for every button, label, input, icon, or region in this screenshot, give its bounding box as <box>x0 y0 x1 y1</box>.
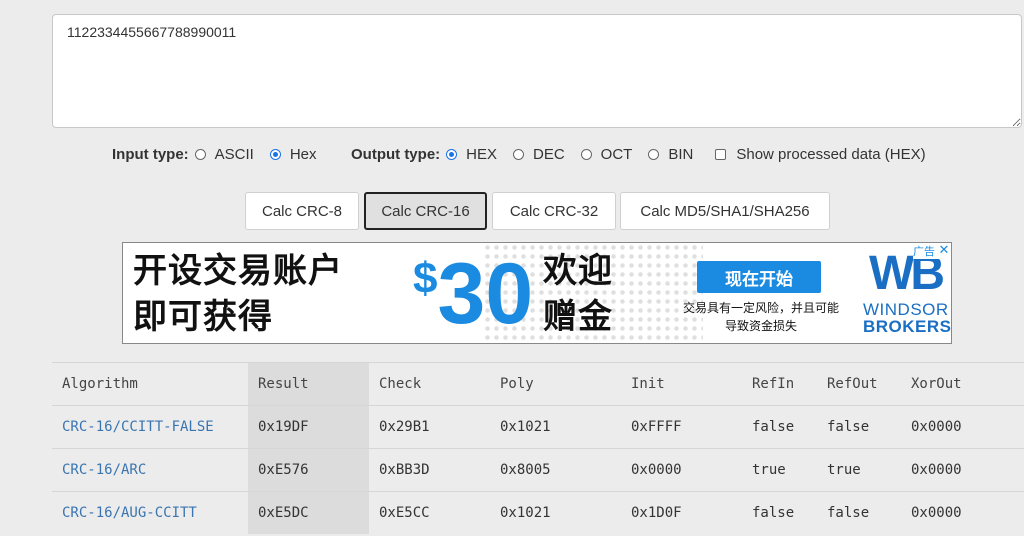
ad-headline-line2: 即可获得 <box>133 297 273 337</box>
ad-amount: $30 <box>413 249 533 339</box>
ad-amount-value: 30 <box>437 246 534 342</box>
input-type-hex-radio[interactable] <box>269 149 281 160</box>
table-header-row: Algorithm Result Check Poly Init RefIn R… <box>52 362 1024 406</box>
logo-name-line1: WINDSOR <box>863 300 949 319</box>
ad-tag-label[interactable]: 广告 <box>913 243 935 259</box>
input-type-ascii-radio[interactable] <box>194 149 206 160</box>
header-init: Init <box>621 362 742 406</box>
output-type-hex-radio[interactable] <box>446 149 458 160</box>
output-type-oct-radio[interactable] <box>580 149 592 160</box>
header-refout: RefOut <box>817 362 901 406</box>
input-type-label: Input type: <box>112 146 189 163</box>
output-type-dec-label[interactable]: DEC <box>533 146 565 163</box>
result-cell: 0xE576 <box>248 448 369 492</box>
calc-crc8-button[interactable]: Calc CRC-8 <box>245 192 359 230</box>
check-cell: 0xE5CC <box>369 491 490 534</box>
poly-cell: 0x8005 <box>490 448 621 492</box>
refout-cell: true <box>817 448 901 492</box>
calc-hash-button[interactable]: Calc MD5/SHA1/SHA256 <box>620 192 830 230</box>
logo-name-line2: BROKERS <box>863 317 952 336</box>
calc-crc32-button[interactable]: Calc CRC-32 <box>492 192 616 230</box>
check-cell: 0x29B1 <box>369 405 490 449</box>
header-check: Check <box>369 362 490 406</box>
header-algorithm: Algorithm <box>52 362 248 406</box>
xorout-cell: 0x0000 <box>901 491 1024 534</box>
table-row: CRC-16/CCITT-FALSE 0x19DF 0x29B1 0x1021 … <box>52 405 1024 449</box>
ad-bonus-line1: 欢迎 <box>543 251 613 291</box>
refout-cell: false <box>817 405 901 449</box>
show-processed-label[interactable]: Show processed data (HEX) <box>736 146 925 163</box>
result-cell: 0xE5DC <box>248 491 369 534</box>
output-type-oct-label[interactable]: OCT <box>601 146 633 163</box>
algorithm-link[interactable]: CRC-16/AUG-CCITT <box>62 505 197 521</box>
ad-dollar-sign: $ <box>413 254 438 303</box>
ad-bonus-line2: 赠金 <box>543 297 613 337</box>
refin-cell: false <box>742 405 817 449</box>
check-cell: 0xBB3D <box>369 448 490 492</box>
poly-cell: 0x1021 <box>490 405 621 449</box>
init-cell: 0x0000 <box>621 448 742 492</box>
algorithm-cell: CRC-16/AUG-CCITT <box>52 491 248 534</box>
table-row: CRC-16/ARC 0xE576 0xBB3D 0x8005 0x0000 t… <box>52 448 1024 492</box>
header-refin: RefIn <box>742 362 817 406</box>
calc-crc16-button[interactable]: Calc CRC-16 <box>364 192 487 230</box>
header-poly: Poly <box>490 362 621 406</box>
output-type-group: Output type: HEX DEC OCT BIN Show proces… <box>351 146 926 163</box>
table-row: CRC-16/AUG-CCITT 0xE5DC 0xE5CC 0x1021 0x… <box>52 491 1024 534</box>
results-table: Algorithm Result Check Poly Init RefIn R… <box>52 362 1024 534</box>
header-result: Result <box>248 362 369 406</box>
header-xorout: XorOut <box>901 362 1024 406</box>
poly-cell: 0x1021 <box>490 491 621 534</box>
refout-cell: false <box>817 491 901 534</box>
algorithm-cell: CRC-16/ARC <box>52 448 248 492</box>
show-processed-checkbox[interactable] <box>715 149 727 160</box>
ad-disclaimer-line1: 交易具有一定风险，并且可能 <box>682 301 839 315</box>
algorithm-cell: CRC-16/CCITT-FALSE <box>52 405 248 449</box>
algorithm-link[interactable]: CRC-16/ARC <box>62 462 146 478</box>
ad-cta-button[interactable]: 现在开始 <box>697 261 821 293</box>
ad-close-icon[interactable]: ✕ <box>937 244 951 258</box>
init-cell: 0x1D0F <box>621 491 742 534</box>
ad-banner[interactable]: 开设交易账户 即可获得 $30 欢迎 赠金 现在开始 交易具有一定风险，并且可能… <box>122 242 952 344</box>
ad-disclaimer-line2: 导致资金损失 <box>724 319 797 333</box>
ad-disclaimer: 交易具有一定风险，并且可能 导致资金损失 <box>669 299 853 335</box>
ad-headline-line1: 开设交易账户 <box>133 251 343 291</box>
input-type-group: Input type: ASCII Hex <box>112 146 317 163</box>
output-type-bin-label[interactable]: BIN <box>668 146 693 163</box>
windsor-brokers-logo: WB WINDSOR BROKERS <box>863 247 952 339</box>
ad-tag[interactable]: 广告 ✕ <box>913 243 951 259</box>
refin-cell: true <box>742 448 817 492</box>
input-textarea[interactable]: 1122334455667788990011 <box>53 15 1021 127</box>
xorout-cell: 0x0000 <box>901 405 1024 449</box>
options-row: Input type: ASCII Hex Output type: HEX D… <box>0 146 1024 168</box>
input-textarea-container: 1122334455667788990011 <box>52 14 1022 128</box>
output-type-label: Output type: <box>351 146 441 163</box>
input-type-ascii-label[interactable]: ASCII <box>215 146 254 163</box>
input-type-hex-label[interactable]: Hex <box>290 146 317 163</box>
init-cell: 0xFFFF <box>621 405 742 449</box>
result-cell: 0x19DF <box>248 405 369 449</box>
output-type-hex-label[interactable]: HEX <box>466 146 497 163</box>
algorithm-link[interactable]: CRC-16/CCITT-FALSE <box>62 419 214 435</box>
output-type-dec-radio[interactable] <box>513 149 524 160</box>
output-type-bin-radio[interactable] <box>648 149 660 160</box>
xorout-cell: 0x0000 <box>901 448 1024 492</box>
refin-cell: false <box>742 491 817 534</box>
